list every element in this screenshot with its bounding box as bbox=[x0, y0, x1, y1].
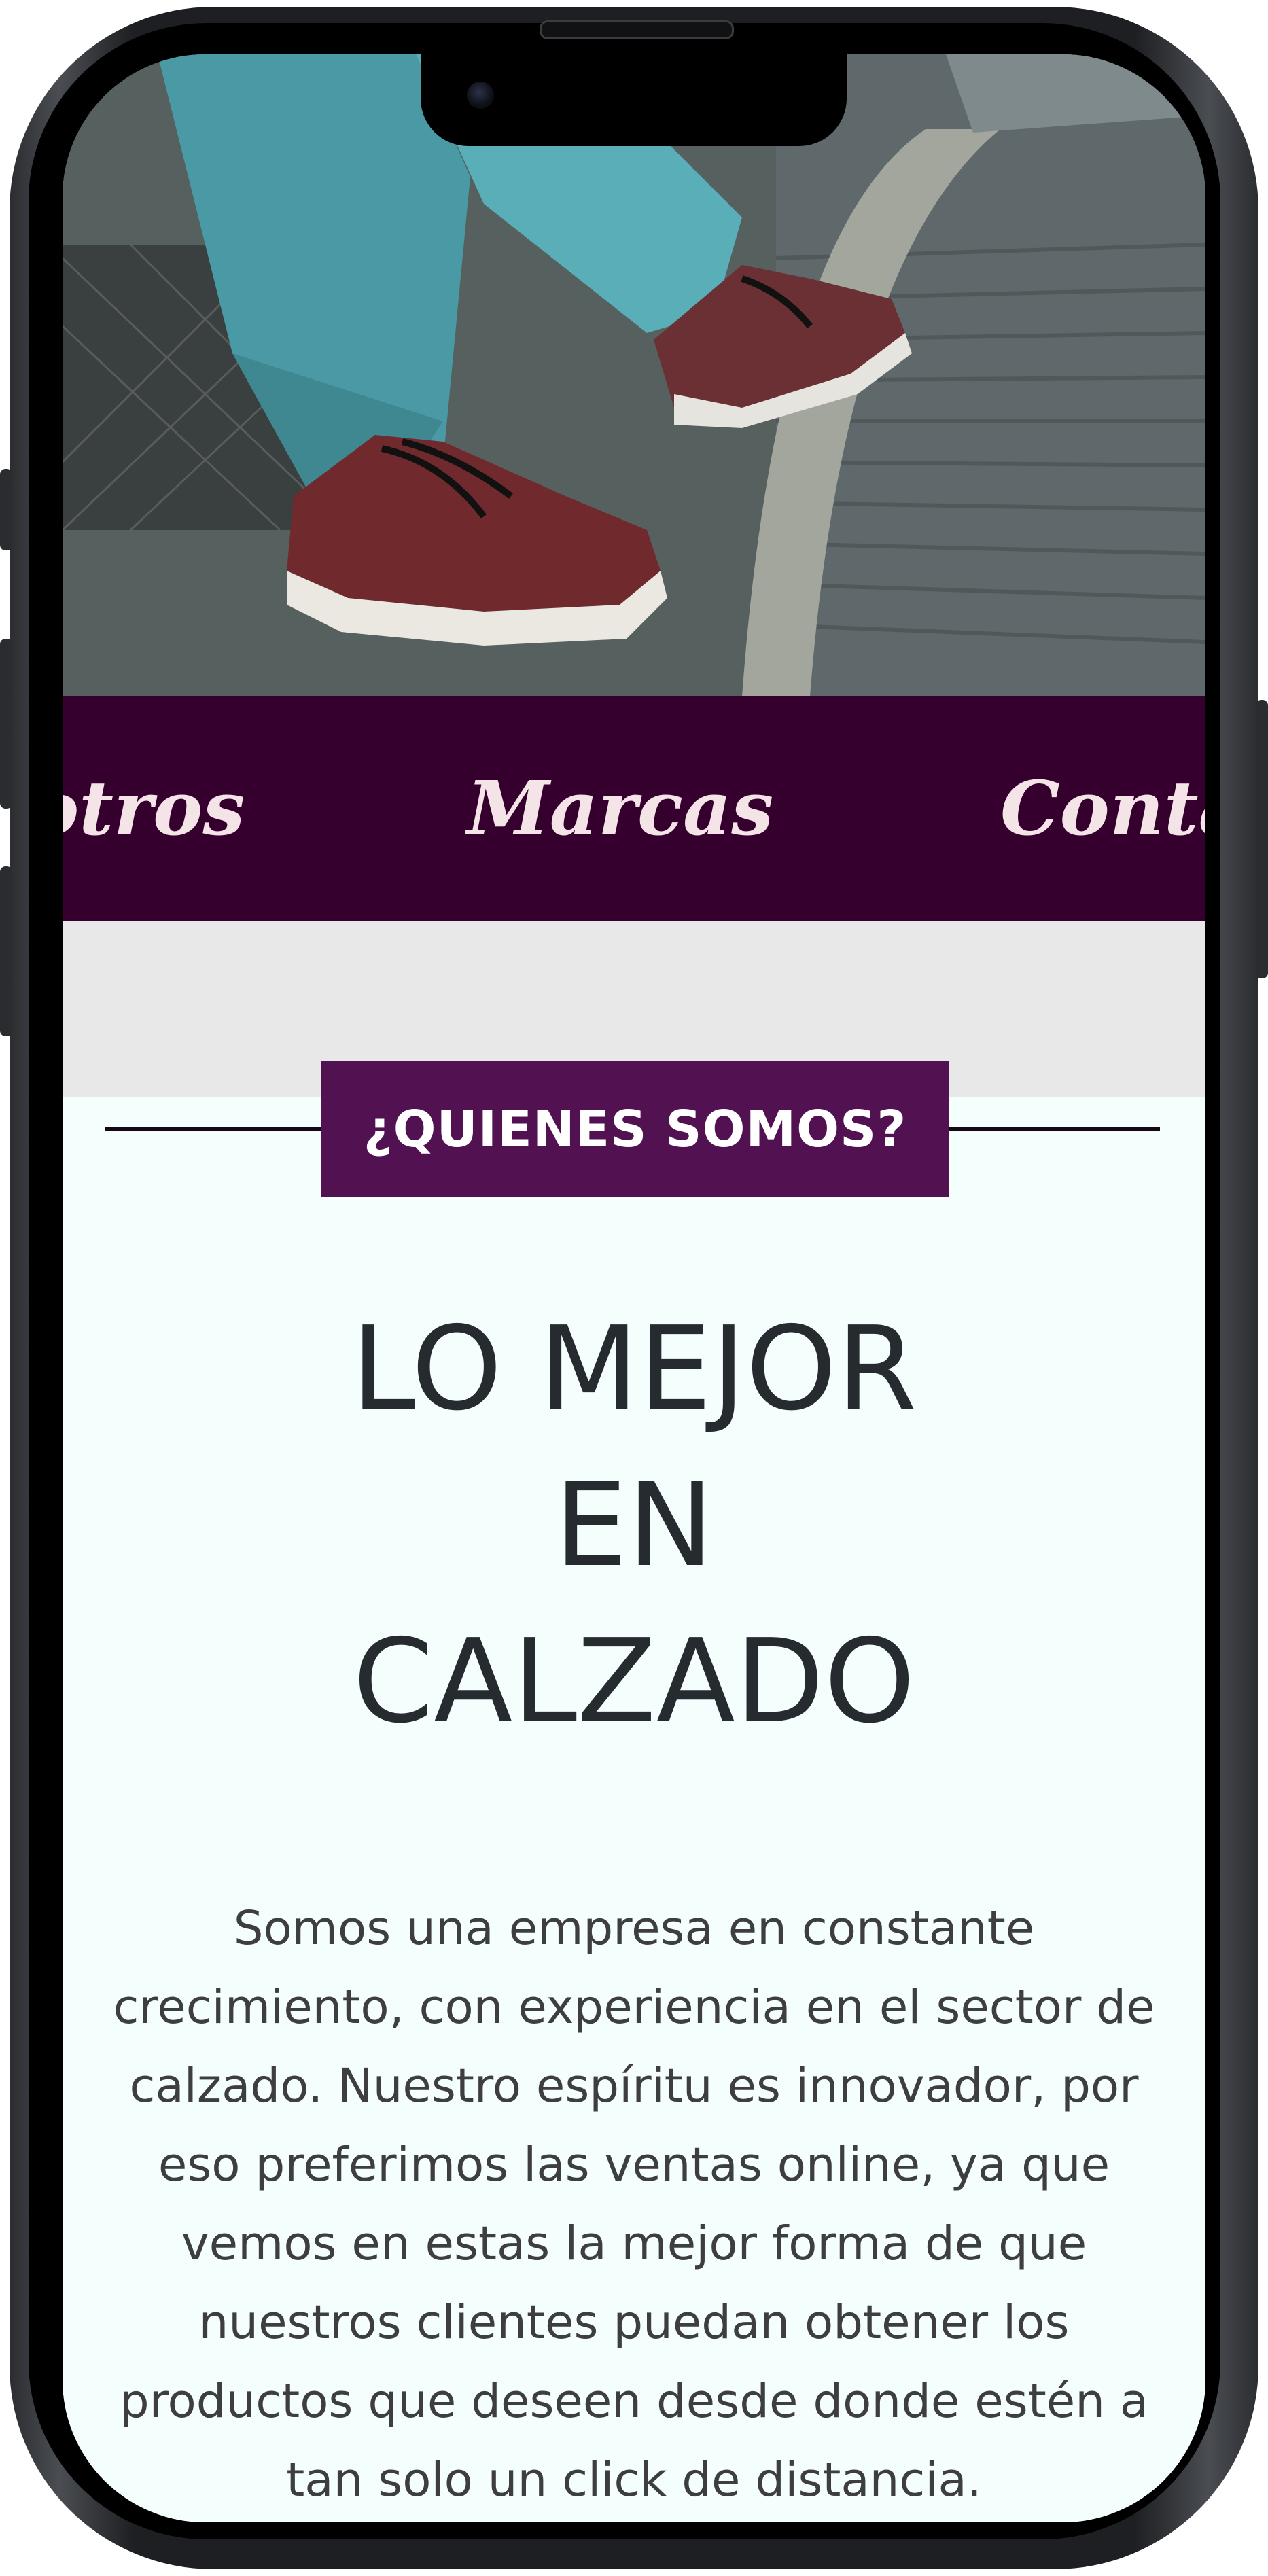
section-divider-right bbox=[949, 1127, 1160, 1131]
headline-line: LO MEJOR bbox=[351, 1302, 917, 1436]
screen: Nosotros Marcas Contacto ¿QUIENES SOMOS?… bbox=[63, 54, 1205, 2522]
volume-up-button bbox=[0, 639, 12, 809]
nav-item-marcas[interactable]: Marcas bbox=[467, 696, 773, 921]
section-divider-left bbox=[105, 1127, 321, 1131]
hero-image bbox=[63, 54, 1205, 696]
earpiece-speaker bbox=[540, 20, 734, 39]
volume-down-button bbox=[0, 866, 12, 1036]
about-headline: LO MEJOR EN CALZADO bbox=[63, 1291, 1205, 1760]
front-camera-icon bbox=[467, 82, 494, 109]
headline-line: EN bbox=[554, 1458, 714, 1593]
nav-item-nosotros[interactable]: Nosotros bbox=[63, 696, 245, 921]
section-label: ¿QUIENES SOMOS? bbox=[321, 1061, 949, 1197]
nav-item-contacto[interactable]: Contacto bbox=[1000, 696, 1205, 921]
power-button bbox=[1256, 700, 1268, 978]
main-nav: Nosotros Marcas Contacto bbox=[63, 696, 1205, 921]
sneakers-photo bbox=[63, 54, 1205, 696]
action-button bbox=[0, 469, 12, 550]
about-description: Somos una empresa en constante crecimien… bbox=[113, 1901, 1155, 2507]
notch bbox=[421, 54, 847, 146]
headline-line: CALZADO bbox=[353, 1615, 915, 1749]
